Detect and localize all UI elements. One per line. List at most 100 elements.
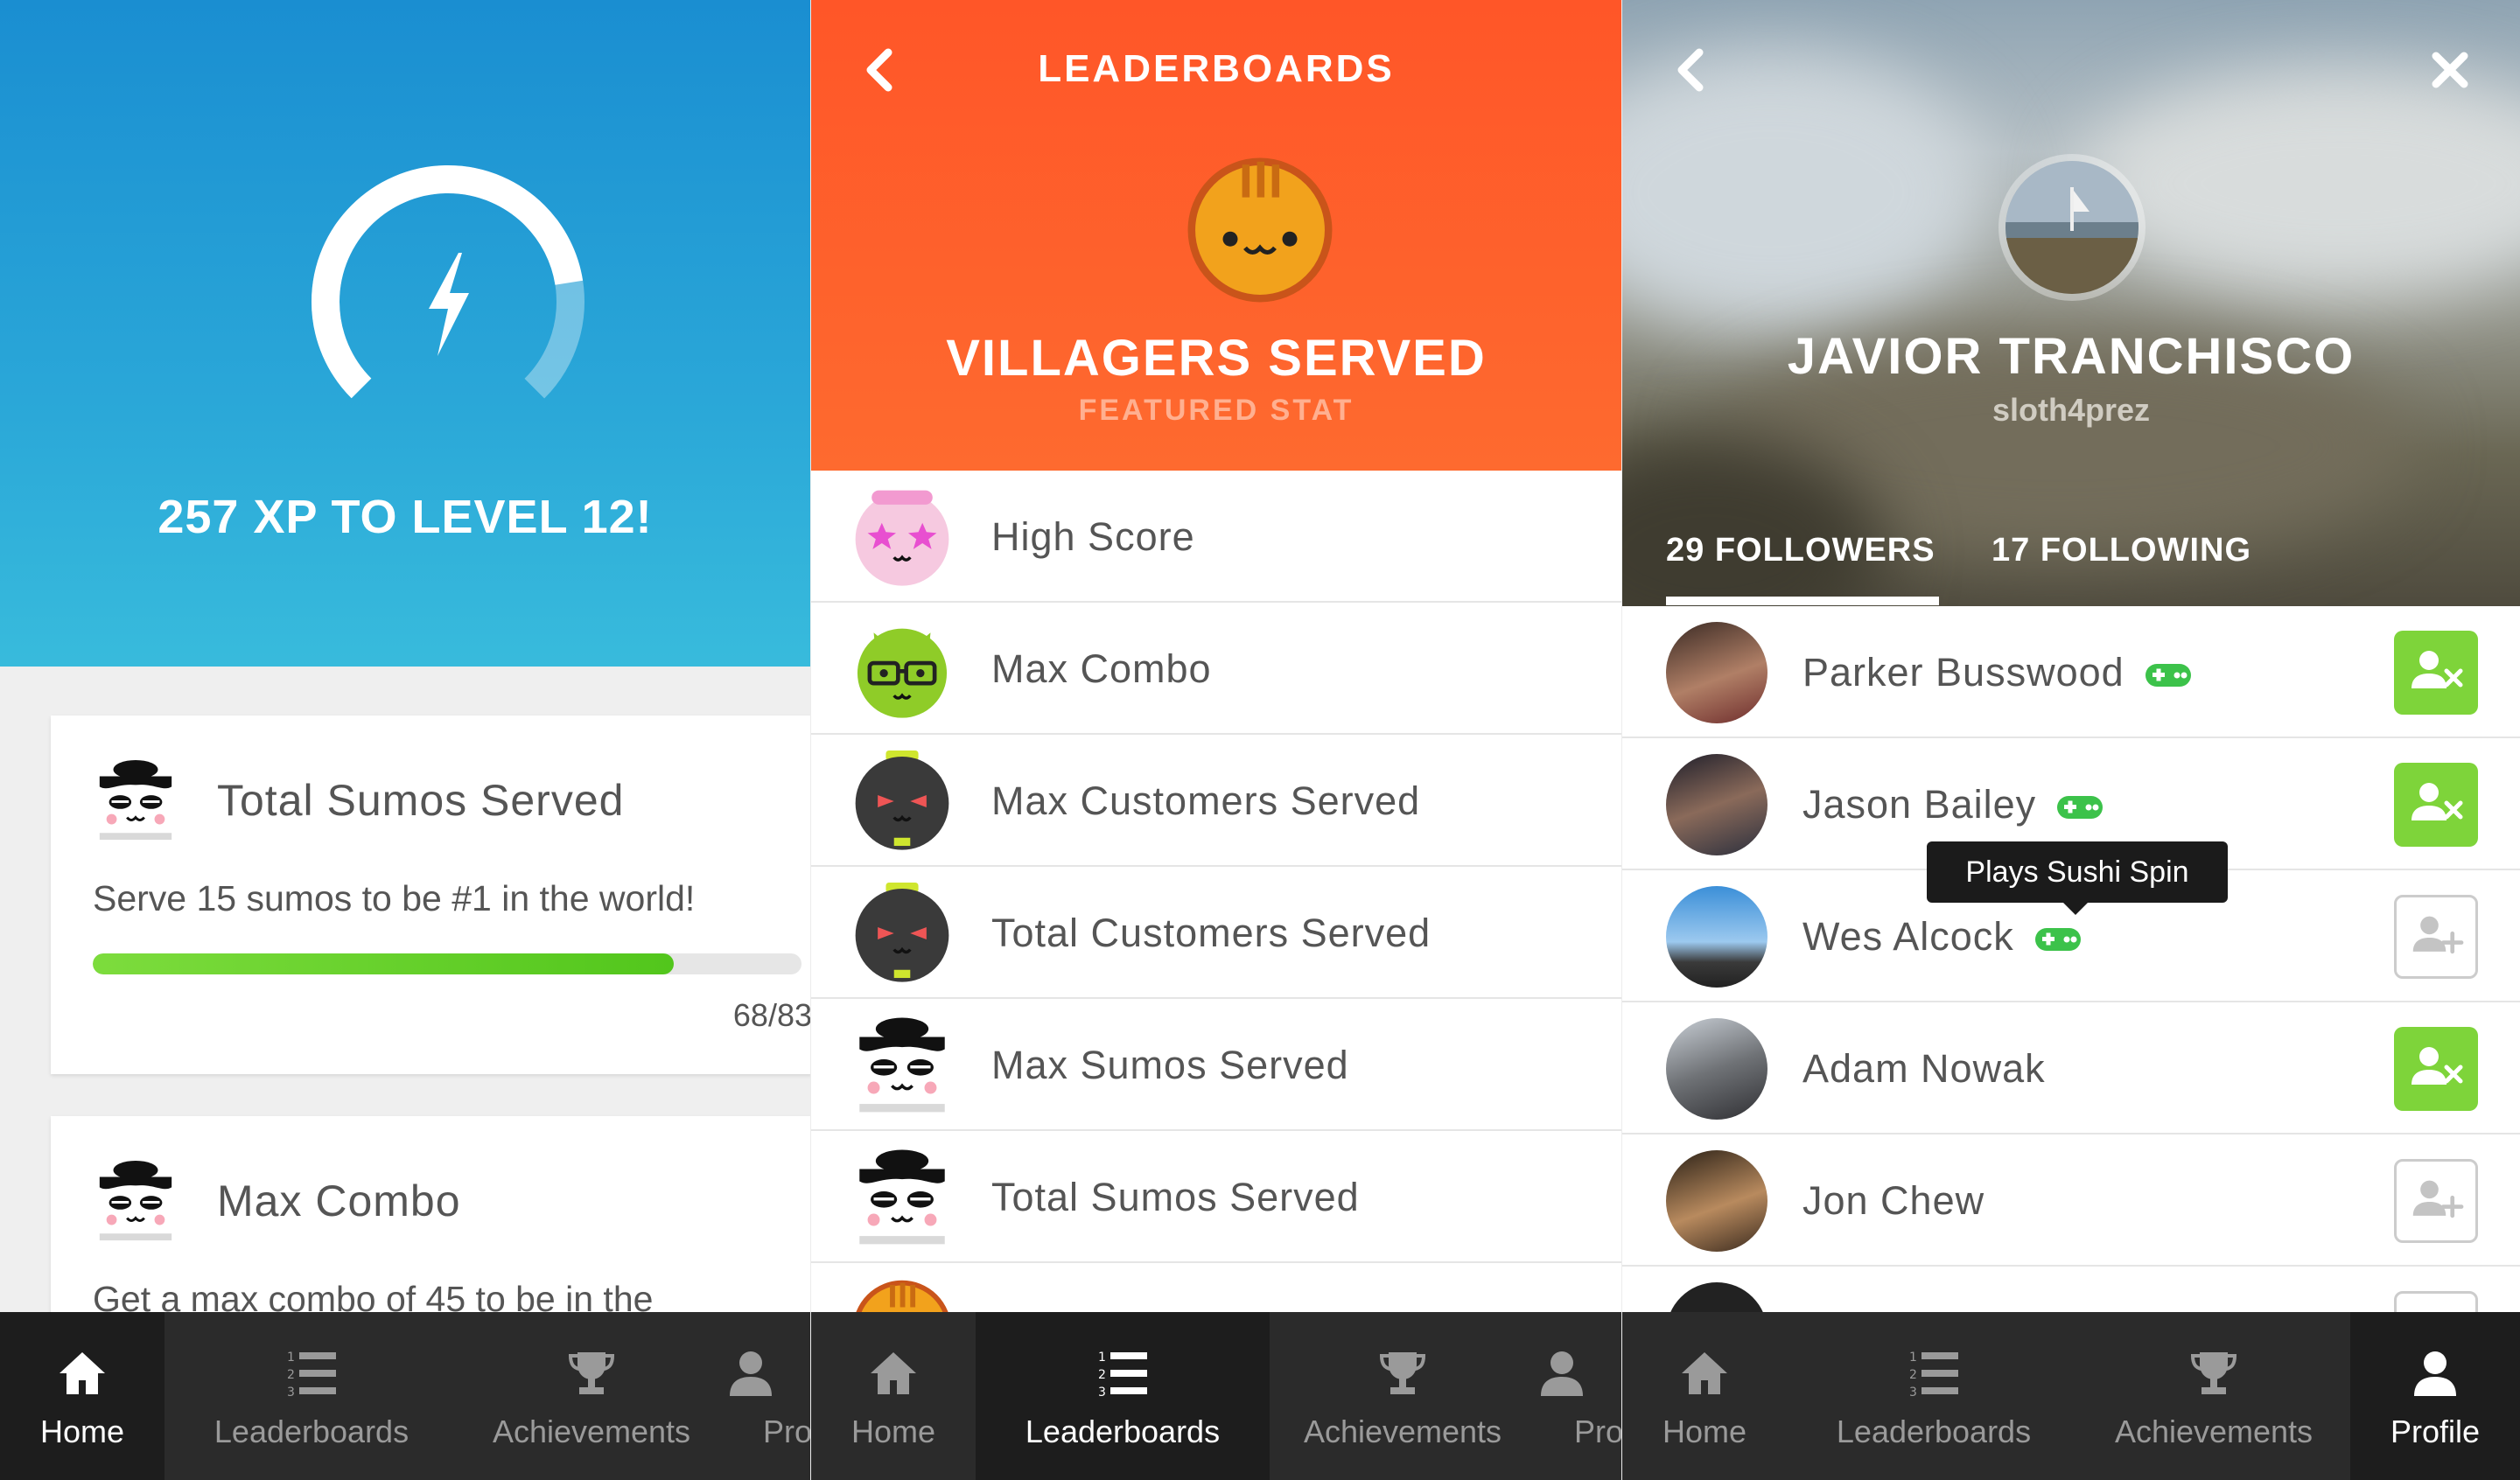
avatar — [1666, 1018, 1768, 1120]
xp-to-level-text: 257 XP TO LEVEL 12! — [158, 491, 653, 543]
achievement-title: Max Combo — [217, 1176, 461, 1225]
gamepad-icon[interactable] — [2057, 794, 2103, 820]
tab-profile[interactable]: Pro — [724, 1312, 810, 1480]
sumo-icon — [851, 1015, 953, 1116]
list-item[interactable]: Total Sumos Served — [811, 1131, 1621, 1263]
achievement-description: Serve 15 sumos to be #1 in the world! — [93, 878, 696, 918]
tab-home[interactable]: Home — [0, 1312, 164, 1480]
friend-name: Adam Nowak — [1802, 1046, 2046, 1092]
tab-leaderboards[interactable]: Leaderboards — [976, 1312, 1270, 1480]
follow-button[interactable] — [2394, 1159, 2478, 1243]
active-tab-indicator — [1666, 597, 1939, 605]
leaderboard-label: Total Sumos Served — [991, 1175, 1360, 1219]
tab-label: Achievements — [1303, 1414, 1502, 1449]
follow-button[interactable] — [2394, 895, 2478, 979]
friend-name-text: Adam Nowak — [1802, 1046, 2046, 1091]
page-title: LEADERBOARDS — [1038, 47, 1395, 90]
tab-achievements[interactable]: Achievements — [2081, 1312, 2347, 1480]
unfollow-button[interactable] — [2394, 763, 2478, 847]
list-icon — [1908, 1347, 1960, 1400]
achievement-count: 68/83 — [732, 997, 810, 1033]
list-icon — [1096, 1347, 1149, 1400]
avatar — [1666, 622, 1768, 723]
list-item[interactable]: Adam Nowak — [1622, 1002, 2520, 1134]
tab-bar: Home Leaderboards Achievements Pro — [811, 1312, 1621, 1480]
list-item[interactable]: Jon Chew — [1622, 1134, 2520, 1267]
gamepad-icon[interactable] — [2035, 926, 2081, 953]
tab-home[interactable]: Home — [1622, 1312, 1787, 1480]
close-icon[interactable] — [2415, 35, 2485, 105]
sumo-icon — [93, 757, 178, 843]
avatar — [1998, 154, 2146, 301]
leaderboard-list: High Score Max Combo Max Customers Serve… — [811, 471, 1621, 1395]
avatar — [1666, 1150, 1768, 1252]
tab-label: Pro — [1574, 1414, 1621, 1449]
tab-profile[interactable]: Profile — [2350, 1312, 2520, 1480]
leaderboards-screen: LEADERBOARDS VILLAGERS SERVED FEATURED S… — [811, 0, 1621, 1480]
tab-home[interactable]: Home — [811, 1312, 976, 1480]
featured-stat-subtitle: FEATURED STAT — [1078, 394, 1354, 427]
tab-label: Profile — [2390, 1414, 2481, 1449]
home-icon — [1678, 1347, 1731, 1400]
tab-achievements[interactable]: Achievements — [458, 1312, 724, 1480]
list-item[interactable]: Total Customers Served — [811, 867, 1621, 999]
tab-label: Home — [850, 1414, 936, 1449]
profile-username: sloth4prez — [1992, 392, 2151, 428]
tab-profile[interactable]: Pro — [1536, 1312, 1621, 1480]
friend-name-text: Jon Chew — [1802, 1178, 1985, 1223]
profile-name: JAVIOR TRANCHISCO — [1787, 328, 2356, 385]
profile-header: JAVIOR TRANCHISCO sloth4prez 29 FOLLOWER… — [1622, 0, 2520, 606]
tab-achievements[interactable]: Achievements — [1270, 1312, 1536, 1480]
friend-name-text: Jason Bailey — [1802, 782, 2037, 827]
list-item[interactable]: Parker Busswood — [1622, 606, 2520, 738]
list-item[interactable]: High Score — [811, 471, 1621, 603]
list-item[interactable]: Max Combo — [811, 603, 1621, 735]
friend-name: Jason Bailey — [1802, 782, 2103, 827]
tab-label: Home — [39, 1414, 125, 1449]
sumo-icon — [93, 1158, 178, 1244]
plays-game-tooltip: Plays Sushi Spin — [1927, 841, 2228, 915]
leaderboard-label: High Score — [991, 514, 1195, 559]
tab-label: Home — [1662, 1414, 1747, 1449]
unfollow-button[interactable] — [2394, 631, 2478, 715]
leaderboard-label: Max Customers Served — [991, 778, 1421, 823]
trophy-icon — [1376, 1347, 1429, 1400]
home-screen: 257 XP TO LEVEL 12! Total Sumos Served S… — [0, 0, 810, 1480]
home-icon — [867, 1347, 920, 1400]
tab-followers[interactable]: 29 FOLLOWERS — [1666, 532, 1936, 569]
friend-name-text: Parker Busswood — [1802, 650, 2124, 695]
tab-leaderboards[interactable]: Leaderboards — [164, 1312, 458, 1480]
back-chevron-icon[interactable] — [1657, 35, 1727, 105]
featured-stat-title: VILLAGERS SERVED — [946, 330, 1487, 387]
black-cat-icon — [851, 750, 953, 852]
tab-label: Leaderboards — [1025, 1414, 1221, 1449]
friend-name: Parker Busswood — [1802, 650, 2191, 695]
list-icon — [285, 1347, 338, 1400]
avatar — [1666, 754, 1768, 855]
unfollow-button[interactable] — [2394, 1027, 2478, 1111]
trophy-icon — [565, 1347, 618, 1400]
leaderboard-label: Max Sumos Served — [991, 1043, 1349, 1087]
tab-following[interactable]: 17 FOLLOWING — [1992, 532, 2251, 569]
avatar — [1666, 886, 1768, 988]
xp-hero: 257 XP TO LEVEL 12! — [0, 0, 810, 667]
followers-list: Parker Busswood Jason Bailey Wes Alcock … — [1622, 606, 2520, 1399]
profile-screen: JAVIOR TRANCHISCO sloth4prez 29 FOLLOWER… — [1622, 0, 2520, 1480]
person-icon — [724, 1347, 777, 1400]
list-item[interactable]: Max Customers Served — [811, 735, 1621, 867]
tab-label: Pro — [763, 1414, 810, 1449]
leaderboard-label: Max Combo — [991, 646, 1212, 691]
list-item[interactable]: Max Sumos Served — [811, 999, 1621, 1131]
achievement-title: Total Sumos Served — [217, 776, 625, 825]
gamepad-icon[interactable] — [2146, 662, 2191, 688]
achievement-progress-bar — [93, 953, 802, 974]
tab-leaderboards[interactable]: Leaderboards — [1787, 1312, 2081, 1480]
tab-bar: Home Leaderboards Achievements Profile — [1622, 1312, 2520, 1480]
xp-progress-ring — [312, 164, 584, 438]
achievement-card[interactable]: Total Sumos Served Serve 15 sumos to be … — [51, 716, 810, 1074]
tab-label: Leaderboards — [1836, 1414, 2032, 1449]
leaderboard-label: Total Customers Served — [991, 911, 1432, 955]
tab-label: Achievements — [492, 1414, 691, 1449]
person-icon — [1536, 1347, 1588, 1400]
lightning-icon — [429, 253, 469, 356]
